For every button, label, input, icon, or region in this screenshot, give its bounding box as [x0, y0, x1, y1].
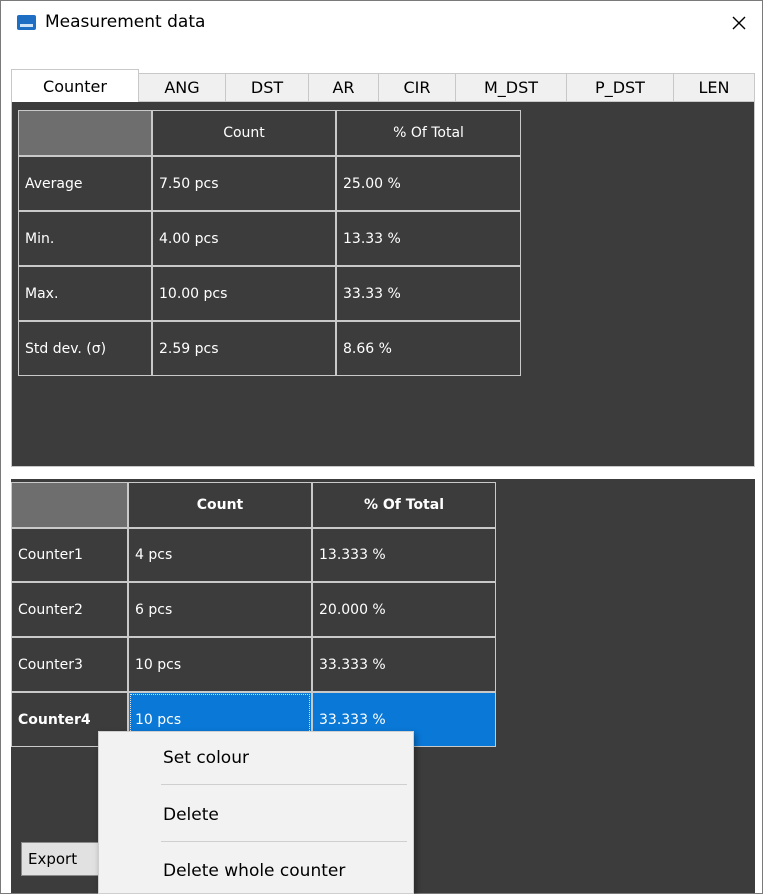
panel-splitter[interactable]	[11, 467, 755, 479]
menu-item-delete[interactable]: Delete	[99, 793, 413, 837]
row-label[interactable]: Counter1	[11, 528, 128, 582]
menu-separator	[161, 784, 407, 785]
tab-ang[interactable]: ANG	[139, 73, 226, 101]
stat-cell[interactable]: 8.66 %	[336, 321, 521, 376]
app-icon	[17, 15, 36, 30]
stat-cell[interactable]: 10.00 pcs	[152, 266, 336, 321]
stat-cell[interactable]: 25.00 %	[336, 156, 521, 211]
window-title: Measurement data	[45, 12, 206, 32]
stat-cell[interactable]: 4.00 pcs	[152, 211, 336, 266]
tab-counter[interactable]: Counter	[11, 69, 139, 102]
column-header-count[interactable]: Count	[152, 110, 336, 156]
close-button[interactable]	[716, 1, 762, 45]
counter-cell[interactable]: 20.000 %	[312, 582, 496, 637]
tab-bar: Counter ANG DST AR CIR M_DST P_DST LEN	[11, 69, 755, 102]
row-label: Max.	[18, 266, 152, 321]
column-header-pct[interactable]: % Of Total	[336, 110, 521, 156]
title-bar[interactable]: Measurement data	[1, 1, 762, 45]
column-header-pct[interactable]: % Of Total	[312, 482, 496, 528]
tab-len[interactable]: LEN	[674, 73, 755, 101]
close-icon	[732, 16, 746, 30]
row-label: Average	[18, 156, 152, 211]
stat-cell[interactable]: 13.33 %	[336, 211, 521, 266]
counter-cell[interactable]: 10 pcs	[128, 637, 312, 692]
row-label: Std dev. (σ)	[18, 321, 152, 376]
tab-dst[interactable]: DST	[226, 73, 309, 101]
context-menu: Set colour Delete Delete whole counter	[98, 731, 414, 894]
stat-cell[interactable]: 7.50 pcs	[152, 156, 336, 211]
tab-p-dst[interactable]: P_DST	[567, 73, 674, 101]
stat-cell[interactable]: 2.59 pcs	[152, 321, 336, 376]
row-label[interactable]: Counter3	[11, 637, 128, 692]
row-label: Min.	[18, 211, 152, 266]
tab-ar[interactable]: AR	[309, 73, 379, 101]
stat-cell[interactable]: 33.33 %	[336, 266, 521, 321]
counter-cell[interactable]: 33.333 %	[312, 637, 496, 692]
menu-item-set-colour[interactable]: Set colour	[99, 736, 413, 780]
table-corner	[18, 110, 152, 156]
column-header-count[interactable]: Count	[128, 482, 312, 528]
table-corner	[11, 482, 128, 528]
menu-item-delete-whole-counter[interactable]: Delete whole counter	[99, 849, 413, 893]
statistics-panel: Count % Of Total Average 7.50 pcs 25.00 …	[11, 101, 755, 467]
tab-cir[interactable]: CIR	[379, 73, 456, 101]
counter-cell[interactable]: 4 pcs	[128, 528, 312, 582]
counter-cell[interactable]: 13.333 %	[312, 528, 496, 582]
counter-cell[interactable]: 6 pcs	[128, 582, 312, 637]
menu-separator	[161, 841, 407, 842]
row-label[interactable]: Counter2	[11, 582, 128, 637]
tab-m-dst[interactable]: M_DST	[456, 73, 567, 101]
